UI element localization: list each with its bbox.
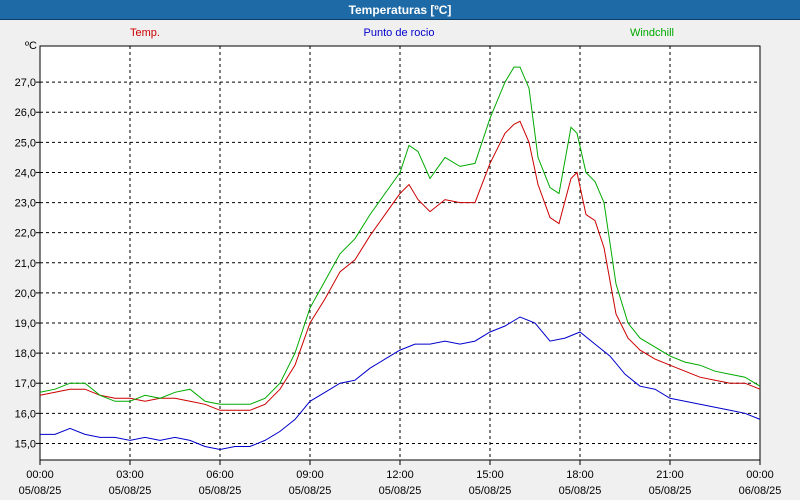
y-tick-label: 22,0 — [15, 228, 36, 240]
x-tick-time: 21:00 — [656, 469, 684, 481]
x-tick-date: 05/08/25 — [289, 485, 332, 497]
y-tick-label: 18,0 — [15, 348, 36, 360]
y-tick-label: 27,0 — [15, 77, 36, 89]
temperature-chart: 15,0 16,0 17,0 18,0 19,0 20,0 21,0 22,0 23,0 24,0… — [15, 27, 782, 497]
legend-entry-2: Windchill — [630, 27, 674, 39]
y-axis-unit: ºC — [25, 40, 37, 52]
y-tick-label: 23,0 — [15, 198, 36, 210]
x-tick-date: 05/08/25 — [19, 485, 62, 497]
x-tick-date: 05/08/25 — [379, 485, 422, 497]
x-tick-date: 05/08/25 — [469, 485, 512, 497]
x-tick-date: 05/08/25 — [649, 485, 692, 497]
y-tick-label: 24,0 — [15, 167, 36, 179]
x-tick-date: 05/08/25 — [199, 485, 242, 497]
x-tick-date: 05/08/25 — [559, 485, 602, 497]
legend-entry-0: Temp. — [130, 27, 160, 39]
x-tick-time: 03:00 — [116, 469, 144, 481]
y-tick-label: 26,0 — [15, 107, 36, 119]
legend-entry-1: Punto de rocio — [364, 27, 435, 39]
x-tick-time: 15:00 — [476, 469, 504, 481]
y-tick-label: 19,0 — [15, 318, 36, 330]
legend: Temp. Punto de rocio Windchill — [130, 27, 674, 39]
x-tick-time: 12:00 — [386, 469, 414, 481]
x-tick-time: 00:00 — [26, 469, 54, 481]
x-tick-time: 09:00 — [296, 469, 324, 481]
y-tick-label: 17,0 — [15, 378, 36, 390]
y-tick-label: 20,0 — [15, 288, 36, 300]
x-tick-date: 05/08/25 — [109, 485, 152, 497]
chart-title-bar: Temperaturas [ºC] — [0, 0, 800, 20]
chart-title: Temperaturas [ºC] — [348, 3, 452, 17]
chart-frame: 15,0 16,0 17,0 18,0 19,0 20,0 21,0 22,0 23,0 24,0… — [0, 20, 800, 500]
x-tick-date: 06/08/25 — [739, 485, 782, 497]
y-tick-label: 16,0 — [15, 408, 36, 420]
x-tick-time: 18:00 — [566, 469, 594, 481]
x-tick-time: 06:00 — [206, 469, 234, 481]
y-tick-label: 25,0 — [15, 137, 36, 149]
y-tick-label: 21,0 — [15, 258, 36, 270]
x-tick-time: 00:00 — [746, 469, 774, 481]
y-tick-label: 15,0 — [15, 438, 36, 450]
